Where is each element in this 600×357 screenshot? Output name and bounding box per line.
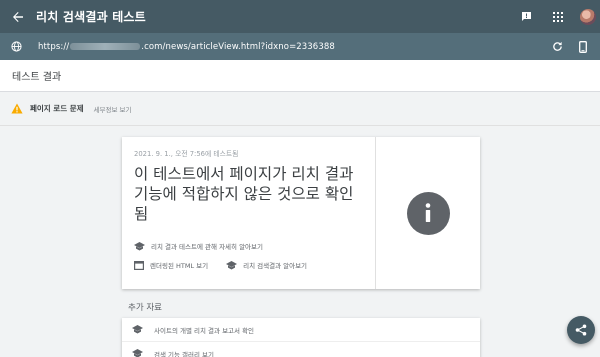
page-load-issue-row[interactable]: 페이지 로드 문제 세부정보 보기 [0, 92, 600, 126]
list-item[interactable]: 검색 기능 갤러리 보기 [122, 342, 480, 357]
app-bar: 리치 검색결과 테스트 [0, 0, 600, 33]
list-item-label: 사이트의 개별 리치 결과 보고서 확인 [154, 326, 255, 335]
result-status-panel [375, 137, 480, 289]
feedback-icon[interactable] [516, 7, 536, 27]
share-button[interactable] [567, 316, 595, 344]
browser-window-icon [134, 260, 144, 270]
globe-icon [8, 39, 24, 55]
school-icon [132, 349, 143, 357]
page-title: 테스트 결과 [12, 72, 62, 83]
rendered-html-label: 렌더링된 HTML 보기 [150, 262, 209, 270]
additional-resources-title: 추가 자료 [128, 303, 162, 313]
avatar[interactable] [580, 8, 596, 25]
url-field[interactable]: https:// .com/news/articleView.html?idxno… [38, 42, 335, 52]
info-icon [406, 191, 450, 235]
issue-label: 페이지 로드 문제 [30, 104, 84, 113]
share-icon [575, 324, 587, 336]
view-details-link[interactable]: 세부정보 보기 [94, 104, 132, 114]
learn-more-label: 리치 결과 테스트에 관해 자세히 알아보기 [151, 243, 263, 251]
list-item[interactable]: 사이트의 개별 리치 결과 보고서 확인 [122, 318, 480, 342]
rich-results-link[interactable]: 리치 검색결과 알아보기 [226, 260, 307, 270]
arrow-back-icon[interactable] [8, 7, 28, 27]
school-icon [134, 241, 145, 250]
results-header: 테스트 결과 [0, 60, 600, 92]
result-card-content: 2021. 9. 1., 오전 7:56에 테스트됨 이 테스트에서 페이지가 … [122, 137, 375, 289]
school-icon [132, 325, 143, 334]
result-headline: 이 테스트에서 페이지가 리치 결과 기능에 적합하지 않은 것으로 확인됨 [134, 165, 354, 223]
url-bar: https:// .com/news/articleView.html?idxno… [0, 33, 600, 60]
url-suffix: .com/news/articleView.html?idxno=2336388 [141, 41, 335, 52]
device-icon[interactable] [574, 38, 592, 56]
additional-resources-list: 사이트의 개별 리치 결과 보고서 확인 검색 기능 갤러리 보기 [122, 318, 480, 357]
apps-grid-icon[interactable] [548, 7, 568, 27]
app-title: 리치 검색결과 테스트 [36, 10, 146, 24]
warning-icon [11, 103, 23, 114]
view-rendered-html-link[interactable]: 렌더링된 HTML 보기 [134, 260, 208, 270]
result-card: 2021. 9. 1., 오전 7:56에 테스트됨 이 테스트에서 페이지가 … [122, 137, 480, 289]
tested-timestamp: 2021. 9. 1., 오전 7:56에 테스트됨 [134, 150, 239, 158]
rich-results-label: 리치 검색결과 알아보기 [243, 262, 308, 270]
learn-more-link[interactable]: 리치 결과 테스트에 관해 자세히 알아보기 [134, 241, 263, 251]
redacted-domain [70, 42, 141, 50]
refresh-icon[interactable] [548, 38, 566, 56]
list-item-label: 검색 기능 갤러리 보기 [154, 350, 215, 357]
url-prefix: https:// [38, 41, 70, 52]
school-icon [226, 260, 238, 269]
